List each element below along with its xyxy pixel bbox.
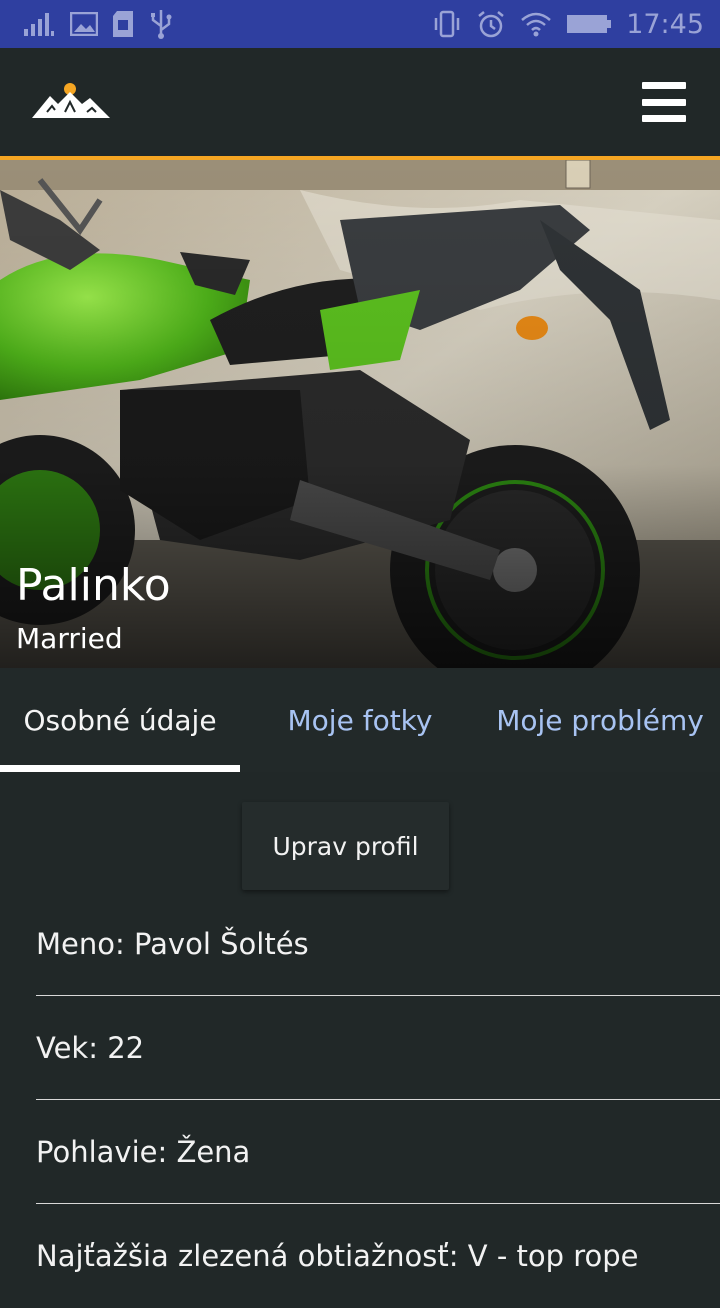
edit-profile-button[interactable]: Uprav profil xyxy=(242,802,449,890)
tab-personal-info[interactable]: Osobné údaje xyxy=(0,668,240,772)
usb-icon xyxy=(148,8,174,40)
info-gender: Pohlavie: Žena xyxy=(36,1100,720,1204)
info-age: Vek: 22 xyxy=(36,996,720,1100)
battery-icon xyxy=(566,12,612,36)
alarm-icon xyxy=(476,9,506,39)
info-hardest-climb: Najťažšia zlezená obtiažnosť: V - top ro… xyxy=(36,1239,639,1273)
menu-bar-middle xyxy=(642,98,686,106)
status-bar-right: 17:45 xyxy=(432,9,704,40)
tab-my-photos[interactable]: Moje fotky xyxy=(240,668,480,772)
signal-icon xyxy=(22,11,56,37)
vibrate-icon xyxy=(432,9,462,39)
personal-info-list: Meno: Pavol Šoltés Vek: 22 Pohlavie: Žen… xyxy=(36,892,720,1308)
mountain-logo-icon[interactable] xyxy=(32,82,112,124)
hamburger-menu-icon[interactable] xyxy=(642,82,686,122)
status-time: 17:45 xyxy=(626,8,704,40)
profile-cover-photo: Palinko Married xyxy=(0,160,720,668)
status-bar: 17:45 xyxy=(0,0,720,48)
profile-tabs: Osobné údaje Moje fotky Moje problémy xyxy=(0,668,720,772)
profile-status: Married xyxy=(16,622,123,655)
menu-bar-top xyxy=(642,82,686,89)
profile-name: Palinko xyxy=(16,560,171,611)
menu-bar-bottom xyxy=(642,115,686,122)
sd-card-icon xyxy=(112,10,134,38)
tab-my-problems[interactable]: Moje problémy xyxy=(480,668,720,772)
wifi-icon xyxy=(520,11,552,37)
info-name: Meno: Pavol Šoltés xyxy=(36,892,720,996)
app-bar xyxy=(0,48,720,160)
image-icon xyxy=(70,12,98,36)
status-bar-left xyxy=(22,8,174,40)
